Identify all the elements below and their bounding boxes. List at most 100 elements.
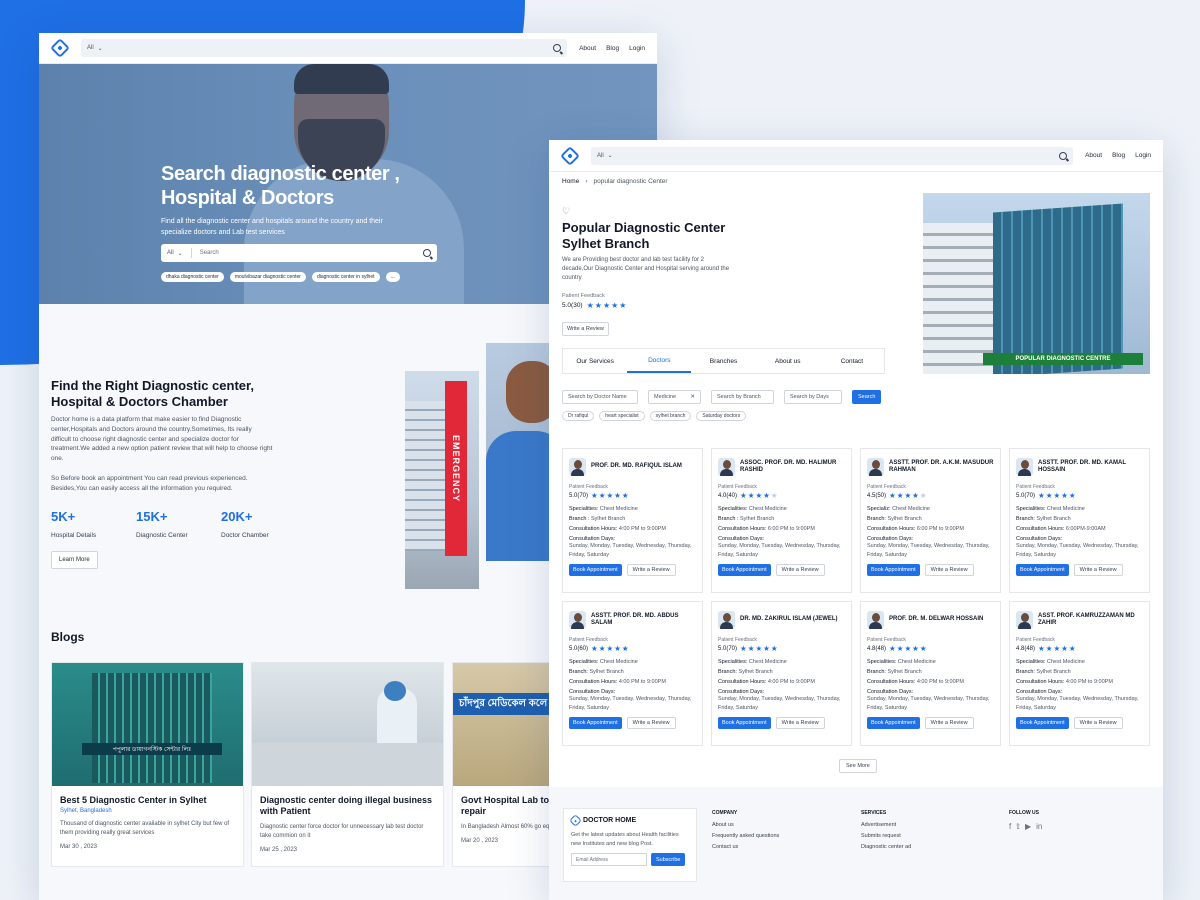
blog-image: পপুলার ডায়াগনস্টিক সেন্টার লিঃ (52, 663, 243, 786)
footer-link[interactable]: About us (712, 822, 779, 828)
consultation-hours: Consultation Hours: 6:00PM-9:00AM (1016, 526, 1106, 532)
hero-tag[interactable]: diagnostic center in sylhet (311, 272, 380, 282)
tab-about-us[interactable]: About us (756, 349, 820, 373)
specialty-filter[interactable]: Medicine ✕ (648, 390, 701, 404)
book-appointment-button[interactable]: Book Appointment (569, 564, 622, 576)
facebook-icon[interactable]: f (1009, 822, 1011, 831)
footer-link[interactable]: Diagnostic center ad (861, 844, 911, 850)
linkedin-icon[interactable]: in (1036, 822, 1042, 831)
tab-our-services[interactable]: Our Services (563, 349, 627, 373)
logo-icon[interactable] (50, 38, 70, 58)
nav-about-link[interactable]: About (579, 45, 596, 52)
hero-tag[interactable]: moulvibazar diagnostic center (229, 272, 306, 282)
book-appointment-button[interactable]: Book Appointment (1016, 564, 1069, 576)
blog-card[interactable]: পপুলার ডায়াগনস্টিক সেন্টার লিঃ Best 5 D… (51, 662, 244, 867)
tab-bar: Our Services Doctors Branches About us C… (562, 348, 885, 374)
search-icon[interactable] (553, 44, 562, 52)
rating-stars: ★★★★★ (591, 491, 630, 500)
doctor-name[interactable]: ASSTT. PROF. DR. A.K.M. MASUDUR RAHMAN (889, 460, 994, 475)
doctor-name[interactable]: PROF. DR. M. DELWAR HOSSAIN (889, 616, 983, 624)
blog-card[interactable]: Diagnostic center doing illegal business… (251, 662, 444, 867)
doctor-card[interactable]: ASSTT. PROF. DR. MD. ABDUS SALAM Patient … (562, 601, 703, 746)
filter-tag[interactable]: heart specialist (599, 411, 645, 421)
write-review-button[interactable]: Write a Review (775, 717, 825, 729)
branch-input[interactable]: Search by Branch (711, 390, 774, 404)
rating-stars: ★★★★★ (586, 301, 628, 310)
subscribe-button[interactable]: Subscribe (651, 853, 686, 866)
doctor-card[interactable]: DR. MD. ZAKIRUL ISLAM (JEWEL) Patient Fee… (711, 601, 852, 746)
doctor-card[interactable]: ASSTT. PROF. DR. A.K.M. MASUDUR RAHMAN Pa… (860, 448, 1001, 593)
doctor-card[interactable]: ASSOC. PROF. DR. MD. HALIMUR RASHID Patie… (711, 448, 852, 593)
youtube-icon[interactable]: ▶ (1025, 822, 1031, 831)
book-appointment-button[interactable]: Book Appointment (569, 717, 622, 729)
book-appointment-button[interactable]: Book Appointment (718, 717, 771, 729)
nav-filter-select[interactable]: All ⌄ (597, 152, 621, 160)
search-icon[interactable] (1059, 151, 1068, 160)
hero-filter-select[interactable]: All (167, 250, 174, 256)
doctor-avatar (867, 458, 884, 476)
nav-blog-link[interactable]: Blog (1112, 152, 1125, 159)
hero-search-bar[interactable]: All ⌄ Search (161, 244, 437, 262)
doctor-card[interactable]: PROF. DR. M. DELWAR HOSSAIN Patient Feedb… (860, 601, 1001, 746)
write-review-button[interactable]: Write a Review (1073, 717, 1123, 729)
footer-link[interactable]: Frequently asked questions (712, 833, 779, 839)
doctor-name[interactable]: PROF. DR. MD. RAFIQUL ISLAM (591, 463, 682, 471)
doctor-card[interactable]: ASSTT. PROF. DR. MD. KAMAL HOSSAIN Patien… (1009, 448, 1150, 593)
breadcrumb-current: popular diagnostic Center (593, 178, 668, 185)
close-icon[interactable]: ✕ (690, 394, 695, 400)
hero-tag[interactable]: dhaka diagnostic center (161, 272, 224, 282)
tab-branches[interactable]: Branches (691, 349, 755, 373)
doctor-branch: Branch: Sylhet Branch (867, 669, 922, 675)
write-review-button[interactable]: Write a Review (775, 564, 825, 576)
email-field[interactable]: Email Address (571, 853, 647, 866)
heart-icon[interactable]: ♡ (562, 207, 571, 216)
learn-more-button[interactable]: Learn More (51, 551, 98, 569)
doctor-name[interactable]: DR. MD. ZAKIRUL ISLAM (JEWEL) (740, 616, 838, 624)
tab-doctors[interactable]: Doctors (627, 349, 692, 373)
nav-login-link[interactable]: Login (1135, 152, 1151, 159)
nav-login-link[interactable]: Login (629, 45, 645, 52)
breadcrumb-home[interactable]: Home (562, 178, 579, 185)
doctor-name[interactable]: ASSTT. PROF. DR. MD. ABDUS SALAM (591, 613, 696, 628)
doctor-card[interactable]: ASST. PROF. KAMRUZZAMAN MD ZAHIR Patient … (1009, 601, 1150, 746)
filter-tag[interactable]: Saturday doctors (696, 411, 747, 421)
write-review-button[interactable]: Write a Review (924, 717, 974, 729)
filter-search-button[interactable]: Search (852, 390, 882, 404)
twitter-icon[interactable]: 𝕥 (1016, 822, 1020, 831)
nav-search-bar[interactable]: All ⌄ (591, 146, 1074, 165)
book-appointment-button[interactable]: Book Appointment (1016, 717, 1069, 729)
write-review-button[interactable]: Write a Review (562, 322, 609, 336)
book-appointment-button[interactable]: Book Appointment (718, 564, 771, 576)
doctor-name-input[interactable]: Search by Doctor Name (562, 390, 638, 404)
book-appointment-button[interactable]: Book Appointment (867, 564, 920, 576)
filter-tag[interactable]: sylhet branch (649, 411, 692, 421)
days-input[interactable]: Search by Days (784, 390, 842, 404)
doctor-card[interactable]: PROF. DR. MD. RAFIQUL ISLAM Patient Feedb… (562, 448, 703, 593)
nav-blog-link[interactable]: Blog (606, 45, 619, 52)
blog-title[interactable]: Best 5 Diagnostic Center in Sylhet (60, 795, 235, 806)
footer-link[interactable]: Advertisement (861, 822, 911, 828)
doctor-specialty: Specialities: Chest Medicine (867, 659, 936, 665)
footer-link[interactable]: Contact us (712, 844, 779, 850)
blog-title[interactable]: Diagnostic center doing illegal business… (260, 795, 435, 817)
doctor-name[interactable]: ASSTT. PROF. DR. MD. KAMAL HOSSAIN (1038, 460, 1143, 475)
search-icon[interactable] (423, 249, 431, 257)
write-review-button[interactable]: Write a Review (924, 564, 974, 576)
filter-tag[interactable]: Dr rafiqul (562, 411, 595, 421)
hero-search-input[interactable]: Search (200, 250, 423, 256)
see-more-button[interactable]: See More (839, 759, 877, 773)
book-appointment-button[interactable]: Book Appointment (867, 717, 920, 729)
write-review-button[interactable]: Write a Review (1073, 564, 1123, 576)
doctor-specialty: Specialities: Chest Medicine (1016, 659, 1085, 665)
write-review-button[interactable]: Write a Review (626, 717, 676, 729)
nav-filter-select[interactable]: All ⌄ (87, 45, 111, 52)
hero-tag-more[interactable]: ... (385, 272, 400, 282)
footer-link[interactable]: Submits request (861, 833, 911, 839)
doctor-name[interactable]: ASST. PROF. KAMRUZZAMAN MD ZAHIR (1038, 613, 1143, 628)
tab-contact[interactable]: Contact (820, 349, 884, 373)
logo-icon[interactable] (560, 145, 580, 166)
write-review-button[interactable]: Write a Review (626, 564, 676, 576)
nav-search-bar[interactable]: All ⌄ (81, 39, 568, 57)
doctor-name[interactable]: ASSOC. PROF. DR. MD. HALIMUR RASHID (740, 460, 845, 475)
nav-about-link[interactable]: About (1085, 152, 1102, 159)
